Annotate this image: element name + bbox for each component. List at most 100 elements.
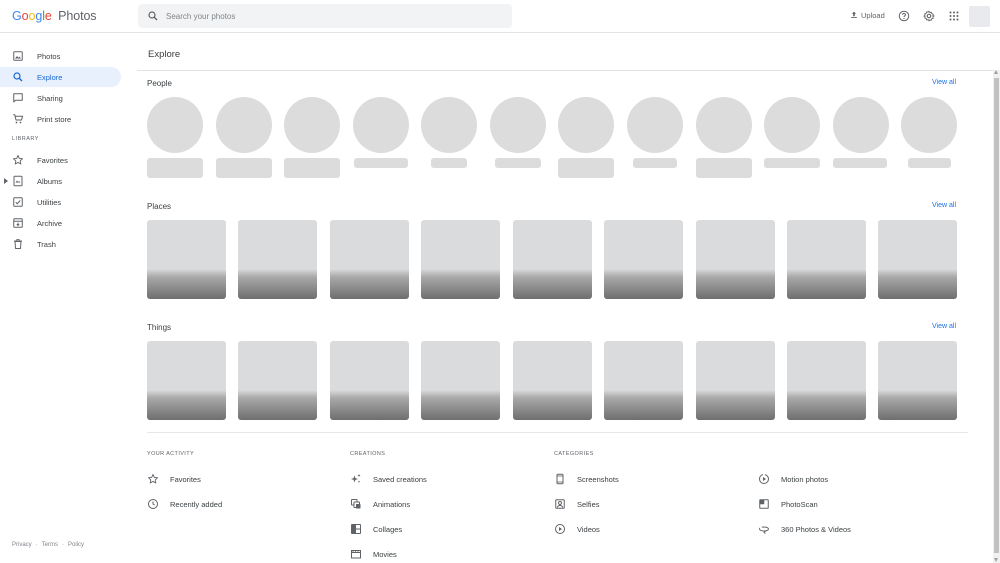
category-label: Videos	[577, 525, 600, 534]
person-placeholder[interactable]	[353, 97, 409, 168]
account-avatar[interactable]	[969, 6, 990, 27]
play-icon	[554, 523, 566, 535]
terms-link[interactable]: Terms	[42, 542, 58, 548]
creation-label: Animations	[373, 500, 411, 509]
thing-thumbnail[interactable]	[513, 341, 592, 420]
sidebar-item-trash[interactable]: Trash	[0, 234, 121, 254]
sidebar-item-label: Archive	[37, 219, 63, 228]
thing-thumbnail[interactable]	[696, 341, 775, 420]
search-icon	[147, 10, 159, 22]
thing-thumbnail[interactable]	[878, 341, 957, 420]
help-icon[interactable]	[898, 10, 910, 22]
sidebar-item-label: Trash	[37, 240, 56, 249]
category-label: Selfies	[577, 500, 600, 509]
collage-icon	[350, 523, 362, 535]
your-activity-label: YOUR ACTIVITY	[147, 451, 195, 457]
categories-label: CATEGORIES	[554, 451, 594, 457]
person-placeholder[interactable]	[627, 97, 683, 168]
settings-gear-icon[interactable]	[923, 10, 935, 22]
place-thumbnail[interactable]	[330, 220, 409, 299]
selfie-icon	[554, 498, 566, 510]
360-icon	[758, 523, 770, 535]
thing-thumbnail[interactable]	[330, 341, 409, 420]
thing-thumbnail[interactable]	[238, 341, 317, 420]
person-placeholder[interactable]	[558, 97, 614, 178]
sidebar-nav: Photos Explore Sharing Print store LIBRA…	[0, 34, 130, 563]
category-label: PhotoScan	[781, 500, 818, 509]
place-thumbnail[interactable]	[421, 220, 500, 299]
things-view-all-link[interactable]: View all	[932, 323, 956, 330]
thing-thumbnail[interactable]	[604, 341, 683, 420]
sidebar-item-archive[interactable]: Archive	[0, 213, 121, 233]
person-placeholder[interactable]	[901, 97, 957, 168]
person-placeholder[interactable]	[764, 97, 820, 168]
person-placeholder[interactable]	[421, 97, 477, 168]
upload-label: Upload	[861, 10, 885, 20]
creations-label: CREATIONS	[350, 451, 386, 457]
logo-photos-text: Photos	[58, 9, 97, 23]
person-placeholder[interactable]	[147, 97, 203, 178]
person-placeholder[interactable]	[490, 97, 546, 168]
separator-dot: ·	[62, 542, 65, 548]
people-view-all-link[interactable]: View all	[932, 79, 956, 86]
sidebar-item-label: Print store	[37, 115, 72, 124]
place-thumbnail[interactable]	[513, 220, 592, 299]
category-label: Screenshots	[577, 475, 619, 484]
place-thumbnail[interactable]	[878, 220, 957, 299]
sidebar-item-label: Utilities	[37, 198, 62, 207]
top-app-bar: Google Photos Upload	[0, 0, 1000, 33]
thing-thumbnail[interactable]	[147, 341, 226, 420]
cart-icon	[12, 113, 24, 125]
apps-grid-icon[interactable]	[948, 10, 960, 22]
search-input[interactable]	[166, 4, 496, 28]
search-bar[interactable]	[138, 4, 512, 28]
places-section-title: Places	[147, 202, 172, 211]
sidebar-item-print-store[interactable]: Print store	[0, 109, 121, 129]
logo-google-text: Google	[12, 9, 52, 23]
places-view-all-link[interactable]: View all	[932, 202, 956, 209]
person-placeholder[interactable]	[284, 97, 340, 178]
person-placeholder[interactable]	[216, 97, 272, 178]
person-placeholder[interactable]	[696, 97, 752, 178]
people-section-title: People	[147, 79, 172, 88]
person-placeholder[interactable]	[833, 97, 889, 168]
movie-icon	[350, 548, 362, 560]
footer-links: Privacy · Terms · Policy	[12, 542, 84, 548]
chat-icon	[12, 92, 24, 104]
place-thumbnail[interactable]	[696, 220, 775, 299]
page-title: Explore	[148, 49, 181, 60]
category-label: Motion photos	[781, 475, 829, 484]
motion-icon	[758, 473, 770, 485]
star-icon	[12, 154, 24, 166]
policy-link[interactable]: Policy	[68, 542, 84, 548]
expand-caret-icon[interactable]	[4, 178, 8, 184]
sidebar-item-sharing[interactable]: Sharing	[0, 88, 121, 108]
sidebar-item-favorites[interactable]: Favorites	[0, 150, 121, 170]
thing-thumbnail[interactable]	[787, 341, 866, 420]
place-thumbnail[interactable]	[238, 220, 317, 299]
phone-icon	[554, 473, 566, 485]
creation-label: Collages	[373, 525, 403, 534]
search-icon	[12, 71, 24, 83]
upload-button[interactable]: Upload	[849, 10, 885, 20]
thing-thumbnail[interactable]	[421, 341, 500, 420]
place-thumbnail[interactable]	[604, 220, 683, 299]
section-divider	[147, 432, 968, 433]
privacy-link[interactable]: Privacy	[12, 542, 32, 548]
google-photos-logo[interactable]: Google Photos	[12, 9, 97, 23]
separator-dot: ·	[35, 542, 38, 548]
activity-label: Favorites	[170, 475, 201, 484]
scroll-down-arrow-icon[interactable]	[994, 558, 998, 562]
sidebar-item-explore[interactable]: Explore	[0, 67, 121, 87]
creation-label: Saved creations	[373, 475, 427, 484]
sidebar-item-utilities[interactable]: Utilities	[0, 192, 121, 212]
place-thumbnail[interactable]	[147, 220, 226, 299]
scrollbar-thumb[interactable]	[994, 78, 999, 553]
place-thumbnail[interactable]	[787, 220, 866, 299]
sidebar-item-albums[interactable]: Albums	[0, 171, 121, 191]
upload-icon	[849, 10, 859, 20]
page-scrollbar[interactable]	[993, 70, 1000, 563]
scroll-up-arrow-icon[interactable]	[994, 70, 998, 74]
things-section-title: Things	[147, 323, 172, 332]
sidebar-item-photos[interactable]: Photos	[0, 46, 121, 66]
